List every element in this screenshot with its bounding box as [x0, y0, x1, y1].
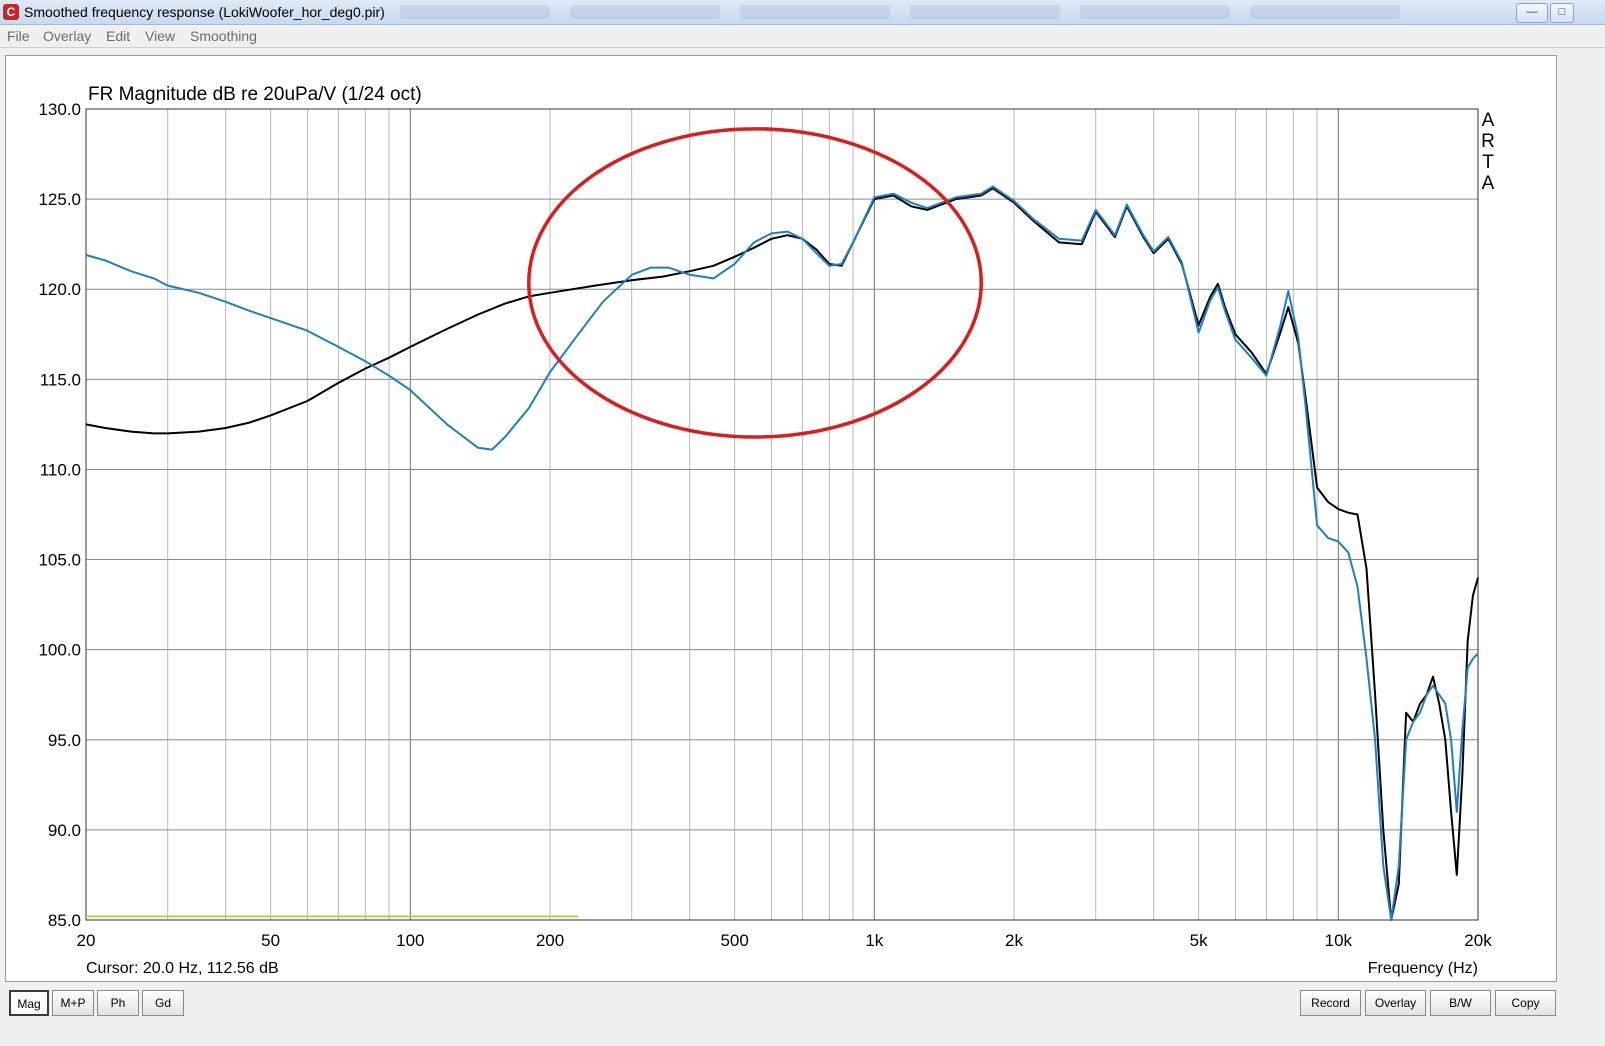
y-tick-label: 120.0 [38, 280, 81, 299]
menu-overlay[interactable]: Overlay [43, 28, 91, 44]
mag-phase-button[interactable]: M+P [52, 990, 94, 1016]
side-label-letter: A [1482, 110, 1495, 131]
horizontal-gridlines [86, 198, 1478, 831]
restore-button[interactable]: □ [1550, 3, 1574, 23]
background-tab [740, 5, 890, 19]
side-label-letter: R [1481, 131, 1495, 152]
plot-panel[interactable]: FR Magnitude dB re 20uPa/V (1/24 oct) 13… [5, 55, 1557, 982]
background-tab [400, 5, 550, 19]
menu-file[interactable]: File [7, 28, 30, 44]
bottom-toolbar: Mag M+P Ph Gd Record Overlay B/W Copy [0, 983, 1605, 1046]
y-tick-label: 125.0 [38, 190, 81, 209]
menu-view[interactable]: View [145, 28, 175, 44]
mag-button[interactable]: Mag [9, 990, 49, 1016]
x-tick-label: 50 [261, 931, 280, 950]
x-tick-label: 20 [77, 931, 96, 950]
series-line-blue [85, 185, 1479, 921]
y-tick-label: 90.0 [48, 821, 81, 840]
menu-smoothing[interactable]: Smoothing [190, 28, 257, 44]
vertical-gridlines [167, 109, 1339, 920]
chart-title: FR Magnitude dB re 20uPa/V (1/24 oct) [88, 84, 422, 105]
x-tick-label: 10k [1325, 931, 1353, 950]
title-bar: C Smoothed frequency response (LokiWoofe… [0, 0, 1605, 25]
y-tick-label: 130.0 [38, 100, 81, 119]
window-title: Smoothed frequency response (LokiWoofer_… [24, 4, 385, 20]
arta-side-label: ARTA [1481, 110, 1495, 194]
group-delay-button[interactable]: Gd [142, 990, 184, 1016]
menu-bar: File Overlay Edit View Smoothing [0, 25, 1605, 48]
x-tick-label: 1k [865, 931, 883, 950]
background-tab [1250, 5, 1400, 19]
x-tick-label: 5k [1190, 931, 1208, 950]
phase-button[interactable]: Ph [97, 990, 139, 1016]
highlight-ellipse [527, 127, 984, 439]
x-tick-label: 200 [536, 931, 564, 950]
y-tick-label: 110.0 [40, 460, 81, 479]
y-tick-label: 105.0 [38, 551, 81, 570]
x-tick-label: 2k [1005, 931, 1023, 950]
x-tick-label: 20k [1464, 931, 1492, 950]
series-line-black [85, 187, 1479, 921]
background-tab [1080, 5, 1230, 19]
y-tick-labels: 130.0 125.0 120.0 115.0 110.0 105.0 100.0 95.0 9… [38, 100, 81, 930]
arta-app-icon: C [3, 4, 19, 20]
x-tick-label: 500 [720, 931, 748, 950]
bw-button[interactable]: B/W [1430, 990, 1491, 1016]
side-label-letter: T [1482, 152, 1494, 173]
record-button[interactable]: Record [1300, 990, 1361, 1016]
cursor-readout: Cursor: 20.0 Hz, 112.56 dB [86, 960, 279, 977]
background-tab [910, 5, 1060, 19]
minimize-button[interactable]: — [1516, 3, 1548, 23]
side-label-letter: A [1482, 173, 1495, 194]
y-tick-label: 115.0 [40, 370, 81, 389]
background-taskbar-tabs [400, 2, 1500, 22]
x-tick-label: 100 [396, 931, 424, 950]
plot-frame [85, 108, 1479, 921]
copy-button[interactable]: Copy [1495, 990, 1556, 1016]
series-lines [85, 185, 1479, 921]
menu-edit[interactable]: Edit [106, 28, 130, 44]
y-tick-label: 95.0 [48, 731, 81, 750]
overlay-button[interactable]: Overlay [1365, 990, 1426, 1016]
x-axis-label: Frequency (Hz) [1368, 960, 1478, 977]
x-tick-labels: 20 50 100 200 500 1k 2k 5k 10k 20k [77, 931, 1493, 950]
y-tick-label: 100.0 [38, 641, 81, 660]
frequency-response-chart[interactable]: FR Magnitude dB re 20uPa/V (1/24 oct) 13… [6, 56, 1556, 981]
background-tab [570, 5, 720, 19]
y-tick-label: 85.0 [48, 911, 81, 930]
